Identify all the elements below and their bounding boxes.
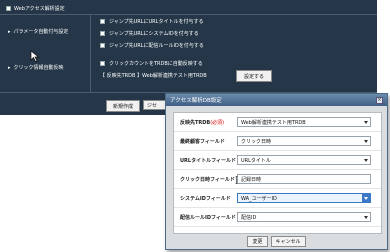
reflect-trdb-text: 【 反映先TRDB 】Web解析連携テスト用TRDB [100, 73, 207, 79]
chevron-down-icon [362, 194, 370, 202]
form-row-trdb: 反映先TRDB(必須) Web解析連携テスト用TRDB [174, 113, 381, 132]
system-id-select[interactable]: WA_ユーザーID [237, 193, 371, 203]
change-button[interactable]: 変更 [247, 236, 268, 247]
dialog-form: 反映先TRDB(必須) Web解析連携テスト用TRDB 最終顧客フィールド クリ… [173, 112, 382, 234]
form-row-customer: 最終顧客フィールド クリック日時 [174, 132, 381, 151]
param-section-label: ▸ パラメータ自動付与設定 [8, 28, 69, 36]
field-label: URLタイトルフィールド [180, 158, 236, 164]
checkbox[interactable] [100, 61, 105, 66]
dialog-footer: 変更 キャンセル [166, 234, 387, 249]
option-click-reflect[interactable]: クリックカウントをTRDBに自動反映する [100, 60, 203, 67]
checkbox[interactable] [100, 43, 105, 48]
customer-field-select[interactable]: クリック日時 [237, 136, 371, 146]
divider [0, 14, 377, 15]
form-row-system-id: システムIDフィールド WA_ユーザーID [174, 189, 381, 208]
rule-id-select[interactable]: 配信ID [237, 212, 371, 222]
option-url-title[interactable]: ジャンプ先URLにURLタイトルを付与する [100, 18, 203, 25]
field-label: 反映先TRDB(必須) [180, 120, 225, 126]
settings-button[interactable]: 設定する [236, 70, 272, 82]
title-checkbox-icon [6, 6, 11, 11]
click-time-field[interactable]: 記録日時 [237, 174, 371, 184]
chevron-down-icon [364, 140, 368, 143]
access-analysis-db-dialog: アクセス解析DB設定 × 反映先TRDB(必須) Web解析連携テスト用TRDB… [165, 93, 388, 250]
text-cursor-icon [235, 176, 238, 184]
chevron-down-icon [364, 216, 368, 219]
triangle-bullet-icon: ▸ [8, 28, 11, 35]
click-section-label: ▸ クリック情報自動反映 [8, 64, 64, 72]
panel-title: Webアクセス解析設定 [6, 4, 65, 13]
column-divider [90, 15, 91, 92]
mouse-cursor-icon [30, 50, 40, 62]
field-label: 最終顧客フィールド [180, 139, 225, 145]
dialog-header: アクセス解析DB設定 × [166, 94, 387, 106]
field-label: クリック日時フィールド [180, 177, 235, 183]
option-rule-id[interactable]: ジャンプ先URLに配信ルールIDを付与する [100, 42, 204, 49]
field-label: 配信ルールIDフィールド [180, 215, 236, 221]
cancel-button[interactable]: キャンセル [270, 236, 306, 247]
chevron-down-icon [364, 159, 368, 162]
triangle-bullet-icon: ▸ [8, 64, 11, 71]
dialog-title: アクセス解析DB設定 [170, 98, 222, 104]
option-system-id[interactable]: ジャンプ先URLにシステムIDを付与する [100, 30, 199, 37]
required-mark: (必須) [210, 120, 225, 126]
form-row-rule-id: 配信ルールIDフィールド 配信ID [174, 208, 381, 227]
trdb-select[interactable]: Web解析連携テスト用TRDB [237, 117, 371, 127]
form-row-url-title: URLタイトルフィールド URLタイトル [174, 151, 381, 170]
checkbox[interactable] [100, 31, 105, 36]
close-icon[interactable]: × [376, 96, 383, 104]
url-title-select[interactable]: URLタイトル [237, 155, 371, 165]
field-label: システムIDフィールド [180, 196, 231, 202]
checkbox[interactable] [100, 19, 105, 24]
chevron-down-icon [364, 121, 368, 124]
form-row-click-time: クリック日時フィールド 記録日時 [174, 170, 381, 189]
new-create-button[interactable]: 新規作成 [106, 100, 140, 112]
